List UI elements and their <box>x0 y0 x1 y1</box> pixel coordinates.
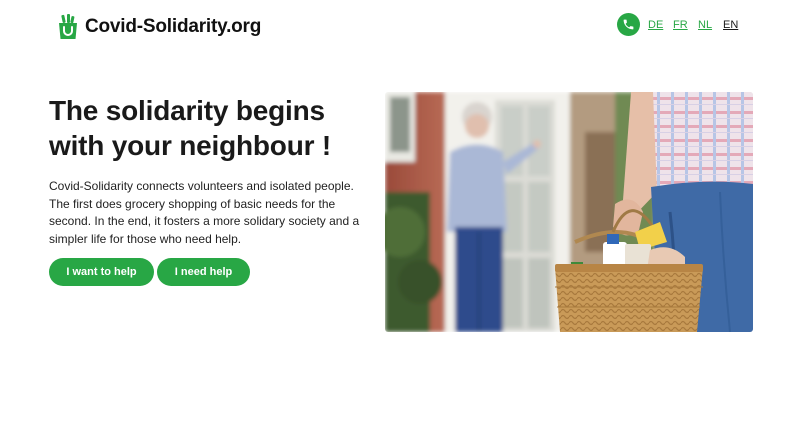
brand-name: Covid-Solidarity.org <box>85 16 262 37</box>
need-help-button[interactable]: I need help <box>157 258 250 286</box>
site-header: Covid-Solidarity.org DE FR NL EN <box>0 0 800 60</box>
language-link-de[interactable]: DE <box>648 18 663 32</box>
language-link-fr[interactable]: FR <box>673 18 688 32</box>
language-link-nl[interactable]: NL <box>698 18 712 32</box>
hero-description: Covid-Solidarity connects volunteers and… <box>49 179 360 246</box>
grocery-bag-logo-icon <box>59 14 77 39</box>
language-link-en[interactable]: EN <box>723 18 738 32</box>
phone-icon <box>623 19 634 30</box>
phone-button[interactable] <box>617 13 640 36</box>
hero-title: The solidarity begins with your neighbou… <box>49 95 331 161</box>
hero-photo <box>385 92 753 332</box>
neighbour-grocery-illustration <box>385 92 753 332</box>
brand-logo[interactable]: Covid-Solidarity.org <box>58 14 261 40</box>
want-to-help-button[interactable]: I want to help <box>49 258 154 286</box>
